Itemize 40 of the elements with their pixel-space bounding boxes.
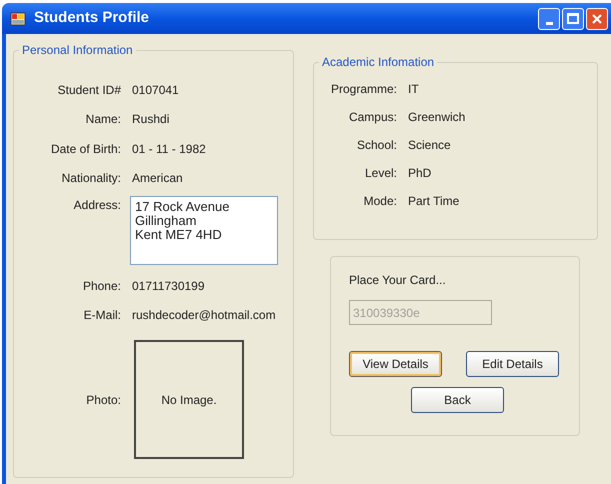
field-value: rushdecoder@hotmail.com (132, 306, 276, 324)
field-label: Student ID# (56, 82, 121, 99)
minimize-button[interactable] (538, 8, 560, 30)
field-value: Science (408, 137, 451, 154)
window-title: Students Profile (34, 8, 150, 28)
address-field[interactable]: 17 Rock Avenue Gillingham Kent ME7 4HD (130, 196, 278, 265)
card-prompt: Place Your Card... (349, 272, 447, 289)
field-label: Address: (72, 197, 121, 214)
action-button[interactable]: Back (411, 387, 504, 413)
field-label: Programme: (330, 81, 397, 98)
field-value: 0107041 (132, 82, 179, 99)
minimize-icon (546, 22, 552, 24)
maximize-icon (567, 13, 579, 24)
field-label: Phone: (82, 278, 121, 294)
field-value: 01711730199 (132, 278, 205, 294)
field-label: Campus: (348, 109, 397, 126)
close-icon (591, 12, 603, 24)
field-label: Nationality: (60, 170, 121, 188)
field-value: 01 - 11 - 1982 (132, 140, 206, 158)
app-icon (10, 10, 26, 26)
field-label: Name: (84, 111, 121, 128)
field-value: PhD (408, 165, 432, 182)
field-label: School: (356, 137, 397, 154)
action-button[interactable]: Edit Details (466, 351, 559, 377)
group-title: Academic Infomation (319, 55, 438, 69)
field-label: Date of Birth: (50, 140, 121, 158)
field-label: Photo: (85, 392, 121, 408)
field-value: Part Time (408, 193, 460, 210)
field-value: Greenwich (408, 109, 466, 126)
field-value: IT (408, 81, 419, 98)
field-label: E-Mail: (82, 306, 121, 324)
close-button[interactable] (586, 8, 608, 30)
field-label: Level: (364, 165, 397, 182)
maximize-button[interactable] (562, 8, 584, 30)
field-value: Rushdi (132, 111, 170, 128)
action-button[interactable]: View Details (349, 351, 442, 377)
field-label: Mode: (362, 193, 397, 210)
field-value: American (132, 170, 183, 188)
photo-placeholder-text: No Image. (161, 392, 217, 408)
group-title: Personal Information (19, 43, 136, 57)
